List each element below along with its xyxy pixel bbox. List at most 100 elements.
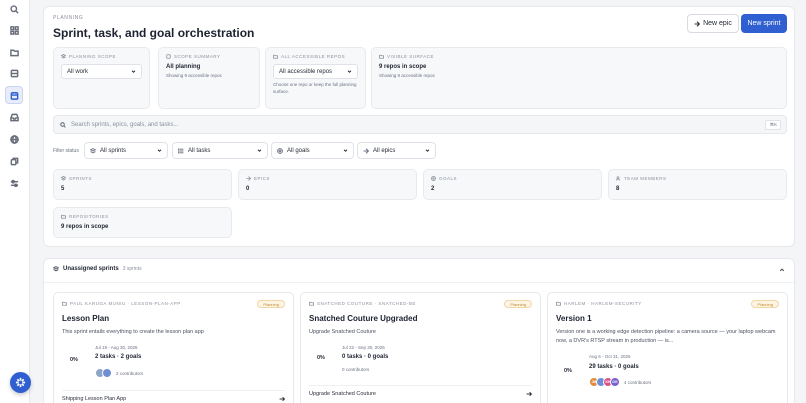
epics-filter-value: All epics — [373, 147, 396, 154]
sprint-footer-link[interactable]: Upgrade Snatched Couture — [309, 385, 532, 397]
settings-sliders-icon[interactable] — [5, 174, 23, 192]
goals-stat: GOALS 2 — [423, 169, 602, 200]
page-title: Sprint, task, and goal orchestration — [53, 26, 255, 40]
sprints-stat-value: 5 — [61, 186, 65, 192]
sprint-card[interactable]: HARLEM · HARLEM-SECURITY Planning Versio… — [547, 292, 788, 403]
search-shortcut: ⌘K — [765, 120, 781, 130]
sprint-dates: Jul 19 - Aug 30, 2026 — [95, 345, 138, 350]
sprint-contributors: JM KH DG 4 contributors — [589, 377, 651, 387]
sprint-title: Version 1 — [556, 314, 592, 323]
sprint-progress: 0% — [317, 355, 325, 361]
sprints-filter-value: All sprints — [100, 147, 127, 154]
tasks-filter[interactable]: All tasks — [172, 142, 268, 159]
section-divider — [44, 282, 794, 283]
planning-icon[interactable] — [5, 86, 23, 104]
folder-icon — [556, 301, 561, 306]
filter-status-label: Filter status — [53, 148, 79, 154]
epics-stat: EPICS 0 — [238, 169, 417, 200]
sprint-card[interactable]: SNATCHED COUTURE · SNATCHED-BE Planning … — [300, 292, 541, 403]
folder-icon — [309, 301, 314, 306]
ai-assistant-button[interactable] — [10, 372, 31, 393]
new-sprint-button[interactable]: New sprint — [741, 14, 787, 33]
folder-icon[interactable] — [5, 43, 23, 61]
arrow-right-icon — [526, 391, 532, 397]
chevron-up-icon[interactable] — [779, 267, 785, 273]
unassigned-sprints-count: 3 sprints — [122, 266, 142, 272]
database-icon — [166, 54, 171, 59]
list-icon — [178, 147, 184, 154]
visible-surface-card: VISIBLE SURFACE 9 repos in scope Showing… — [371, 47, 787, 109]
goals-filter[interactable]: All goals — [271, 142, 354, 159]
target-icon — [431, 176, 436, 181]
visible-surface-heading: VISIBLE SURFACE — [379, 54, 779, 59]
layers-icon — [61, 54, 66, 59]
dashboard-icon[interactable] — [5, 21, 23, 39]
status-badge: Planning — [257, 300, 285, 308]
planning-scope-select[interactable]: All work — [61, 64, 142, 79]
sprint-task-count: 2 tasks · 2 goals — [95, 354, 142, 360]
contributors-label: 4 contributors — [624, 379, 652, 385]
unassigned-sprints-header[interactable]: Unassigned sprints 3 sprints — [53, 266, 142, 272]
team-members-stat: TEAM MEMBERS 8 — [608, 169, 787, 200]
scope-summary-heading: SCOPE SUMMARY — [166, 54, 252, 59]
chevron-down-icon — [131, 70, 136, 73]
sprints-stat-label: SPRINTS — [69, 176, 93, 181]
planning-scope-heading: PLANNING SCOPE — [61, 54, 142, 59]
sprint-progress: 0% — [564, 368, 572, 374]
repo-select[interactable]: All accessible repos — [273, 64, 358, 79]
sprint-footer-label: Shipping Lesson Plan App — [62, 396, 127, 402]
epic-icon — [363, 147, 369, 154]
accessible-repos-card: ALL ACCESSIBLE REPOS All accessible repo… — [265, 47, 366, 109]
goals-stat-label: GOALS — [439, 176, 458, 181]
avatar — [102, 368, 112, 378]
new-epic-label: New epic — [703, 20, 732, 27]
layers-icon — [90, 147, 96, 153]
inbox-icon[interactable] — [5, 108, 23, 126]
repo-select-value: All accessible repos — [279, 68, 333, 75]
sprint-description: Version one is a working edge detection … — [556, 329, 776, 345]
arrow-right-icon — [279, 396, 285, 402]
epic-icon — [246, 176, 251, 181]
sprint-footer-link[interactable]: Shipping Lesson Plan App — [62, 390, 285, 402]
unassigned-sprints-title: Unassigned sprints — [63, 266, 119, 272]
globe-icon[interactable] — [5, 130, 23, 148]
new-epic-button[interactable]: New epic — [687, 14, 739, 33]
sprint-task-count: 29 tasks · 0 goals — [589, 364, 639, 370]
chevron-down-icon — [425, 149, 430, 152]
sprint-dates: Jul 22 - Sep 30, 2026 — [342, 345, 385, 350]
sprint-title: Snatched Couture Upgraded — [309, 314, 418, 323]
status-badge: Planning — [751, 300, 779, 308]
contributors-label: 0 contributors — [342, 367, 370, 372]
sidebar — [0, 0, 31, 403]
page-eyebrow: PLANNING — [53, 15, 84, 21]
sprints-filter[interactable]: All sprints — [84, 142, 168, 159]
users-icon — [616, 176, 620, 181]
sprint-breadcrumb: SNATCHED COUTURE · SNATCHED-BE — [309, 301, 532, 306]
planning-panel: PLANNING Sprint, task, and goal orchestr… — [43, 6, 795, 247]
integrations-icon[interactable] — [5, 152, 23, 170]
visible-surface-value: 9 repos in scope — [379, 64, 427, 70]
repositories-stat: REPOSITORIES 9 repos in scope — [53, 207, 232, 238]
search-icon[interactable] — [5, 0, 23, 18]
visible-surface-sub: Showing 9 accessible repos — [379, 73, 435, 78]
folder-icon — [62, 301, 67, 306]
sparkle-icon — [15, 377, 26, 388]
goals-filter-value: All goals — [287, 147, 310, 154]
search-input[interactable]: Search sprints, epics, goals, and tasks.… — [53, 115, 787, 134]
status-badge: Planning — [504, 300, 532, 308]
layers-icon — [53, 266, 59, 272]
search-placeholder: Search sprints, epics, goals, and tasks.… — [71, 121, 179, 128]
folder-icon — [379, 54, 384, 59]
epic-icon — [694, 20, 701, 27]
target-icon — [277, 147, 283, 154]
sprint-card[interactable]: PAUL KARUGA MUNIU · LESSON-PLAN-APP Plan… — [53, 292, 294, 403]
database-icon[interactable] — [5, 64, 23, 82]
accessible-repos-heading: ALL ACCESSIBLE REPOS — [273, 54, 358, 59]
contributors-label: 2 contributors — [116, 370, 144, 376]
epics-filter[interactable]: All epics — [357, 142, 436, 159]
sprints-stat: SPRINTS 5 — [53, 169, 232, 200]
goals-stat-value: 2 — [431, 186, 435, 192]
scope-summary-card: SCOPE SUMMARY All planning Showing 9 acc… — [158, 47, 260, 109]
search-icon — [60, 121, 66, 128]
planning-scope-card: PLANNING SCOPE All work — [53, 47, 150, 109]
